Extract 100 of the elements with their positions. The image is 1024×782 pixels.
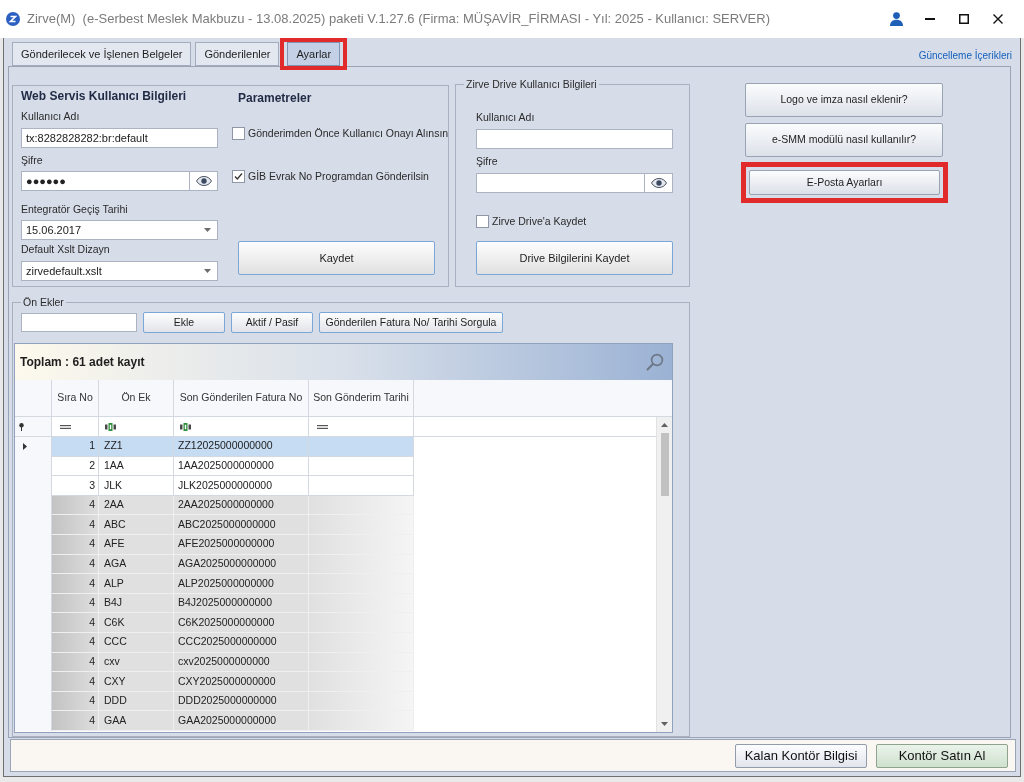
table-row[interactable]: 4 AFE AFE2025000000000 (52, 534, 414, 555)
tab[interactable]: Ayarlar (287, 42, 341, 66)
table-cell: JLK (99, 476, 174, 496)
equals-icon (317, 424, 328, 429)
window-title: Zirve(M) (e-Serbest Meslek Makbuzu - 13.08.2025) paketi V.1.27.6 (Firma: MÜŞAVİR_FİRMASI - Yıl: 2025 - Kullanıcı: SERVER) (27, 10, 770, 29)
checkbox[interactable] (476, 214, 489, 228)
help-button[interactable]: Logo ve imza nasıl eklenir? (745, 83, 943, 117)
table-cell: 4 (52, 593, 99, 614)
buy-credits-button[interactable]: Kontör Satın Al (876, 743, 1008, 768)
toggle-status-button[interactable]: Aktif / Pasif (231, 312, 313, 333)
table-cell: 4 (52, 691, 99, 712)
save-button[interactable]: Kaydet (238, 241, 435, 275)
pin-icon[interactable] (19, 422, 24, 431)
table-row[interactable]: 4 cxv cxv2025000000000 (52, 652, 414, 673)
save-button[interactable]: Drive Bilgilerini Kaydet (476, 241, 673, 275)
field-label: Default Xslt Dizayn (21, 242, 111, 256)
field-label: Şifre (21, 153, 44, 167)
show-password-button[interactable] (645, 173, 673, 193)
caret-icon (204, 269, 211, 273)
field-label: Kullanıcı Adı (21, 109, 81, 123)
checkbox-label: Zirve Drive'a Kaydet (492, 214, 587, 228)
table-row[interactable]: 4 CXY CXY2025000000000 (52, 672, 414, 692)
table-cell: 4 (52, 574, 99, 594)
dropdown[interactable]: 15.06.2017 (21, 220, 218, 240)
text-filter-icon (180, 422, 191, 431)
equals-icon (60, 424, 71, 429)
down-caret-icon[interactable] (661, 722, 668, 726)
table-cell: ZZ1 (99, 437, 174, 457)
row-indicator-icon (23, 443, 27, 451)
table-row[interactable]: 4 B4J B4J2025000000000 (52, 593, 414, 614)
up-caret-icon[interactable] (661, 423, 668, 427)
dropdown[interactable]: zirvedefault.xslt (21, 261, 218, 281)
table-row[interactable]: 4 DDD DDD2025000000000 (52, 691, 414, 712)
table-cell: 4 (52, 672, 99, 692)
group-box-title: Zirve Drive Kullanıcı Bilgileri (465, 77, 598, 91)
credit-info-button[interactable]: Kalan Kontör Bilgisi (735, 743, 867, 768)
row-indicator-cell[interactable] (15, 437, 52, 457)
checkbox[interactable] (232, 126, 245, 140)
close-icon (993, 14, 1003, 24)
text-field[interactable]: tx:8282828282:br:default (21, 128, 218, 148)
record-count: Toplam : 61 adet kayıt (20, 354, 145, 371)
vertical-scrollbar[interactable] (656, 417, 672, 732)
table-row[interactable]: 1 ZZ1 ZZ12025000000000 (52, 437, 414, 457)
checkbox-label: GİB Evrak No Programdan Gönderilsin (248, 169, 429, 183)
maximize-icon (959, 14, 969, 24)
scrollbar-thumb[interactable] (660, 433, 669, 496)
table-row[interactable]: 2 1AA 1AA2025000000000 (52, 456, 414, 477)
column-header[interactable]: Sıra No (52, 380, 99, 416)
table-cell: 4 (52, 554, 99, 575)
table-cell: 4 (52, 652, 99, 673)
password-field[interactable] (476, 173, 645, 193)
checkbox[interactable] (232, 169, 245, 183)
column-header[interactable]: Son Gönderim Tarihi (309, 380, 414, 416)
table-cell: AFE (99, 534, 174, 555)
show-password-button[interactable] (190, 171, 218, 191)
field-label: Entegratör Geçiş Tarihi (21, 202, 129, 216)
eye-icon (650, 178, 667, 188)
table-cell: 4 (52, 711, 99, 731)
table-cell: 1 (52, 437, 99, 457)
table-cell: 4 (52, 515, 99, 535)
tab[interactable]: Gönderilenler (195, 42, 280, 66)
minimize-icon (925, 18, 935, 20)
field-label: Şifre (476, 154, 499, 168)
table-row[interactable]: 4 GAA GAA2025000000000 (52, 711, 414, 731)
help-button[interactable]: E-Posta Ayarları (749, 170, 940, 195)
table-row[interactable]: 4 2AA 2AA2025000000000 (52, 495, 414, 516)
checkbox-label: Gönderimden Önce Kullanıcı Onayı Alınsın (248, 126, 449, 140)
caret-icon (204, 228, 211, 232)
table-cell: ALP (99, 574, 174, 594)
table-cell: ABC (99, 515, 174, 535)
table-row[interactable]: 4 AGA AGA2025000000000 (52, 554, 414, 575)
table-row[interactable]: 3 JLK JLK2025000000000 (52, 476, 414, 496)
table-row[interactable]: 4 ABC ABC2025000000000 (52, 515, 414, 535)
user-icon (889, 12, 903, 26)
group-box-title: Ön Ekler (22, 295, 65, 309)
prefix-field[interactable] (21, 313, 137, 332)
table-cell: 4 (52, 495, 99, 516)
table-cell: CXY (99, 672, 174, 692)
help-button[interactable]: e-SMM modülü nasıl kullanılır? (745, 123, 943, 157)
table-cell: CCC (99, 632, 174, 653)
table-cell: 4 (52, 632, 99, 653)
add-button[interactable]: Ekle (143, 312, 225, 333)
update-notes-link[interactable]: Güncelleme İçerikleri (918, 49, 1012, 63)
table-row[interactable]: 4 C6K C6K2025000000000 (52, 613, 414, 633)
eye-icon (195, 176, 212, 186)
search-icon[interactable] (646, 353, 664, 371)
table-row[interactable]: 4 CCC CCC2025000000000 (52, 632, 414, 653)
table-cell: 3 (52, 476, 99, 496)
text-field[interactable] (476, 129, 673, 149)
column-header[interactable]: Ön Ek (99, 380, 174, 416)
table-cell: 4 (52, 534, 99, 555)
tab[interactable]: Gönderilecek ve İşlenen Belgeler (12, 42, 192, 66)
table-cell: JLK2025000000000 (174, 476, 309, 496)
query-button[interactable]: Gönderilen Fatura No/ Tarihi Sorgula (319, 312, 503, 333)
app-logo-icon (6, 12, 20, 26)
column-header[interactable]: Son Gönderilen Fatura No (174, 380, 309, 416)
password-field[interactable]: ●●●●●● (21, 171, 190, 191)
section-heading: Web Servis Kullanıcı Bilgileri (21, 88, 188, 104)
row-indicator-cell[interactable] (15, 711, 52, 731)
table-row[interactable]: 4 ALP ALP2025000000000 (52, 574, 414, 594)
